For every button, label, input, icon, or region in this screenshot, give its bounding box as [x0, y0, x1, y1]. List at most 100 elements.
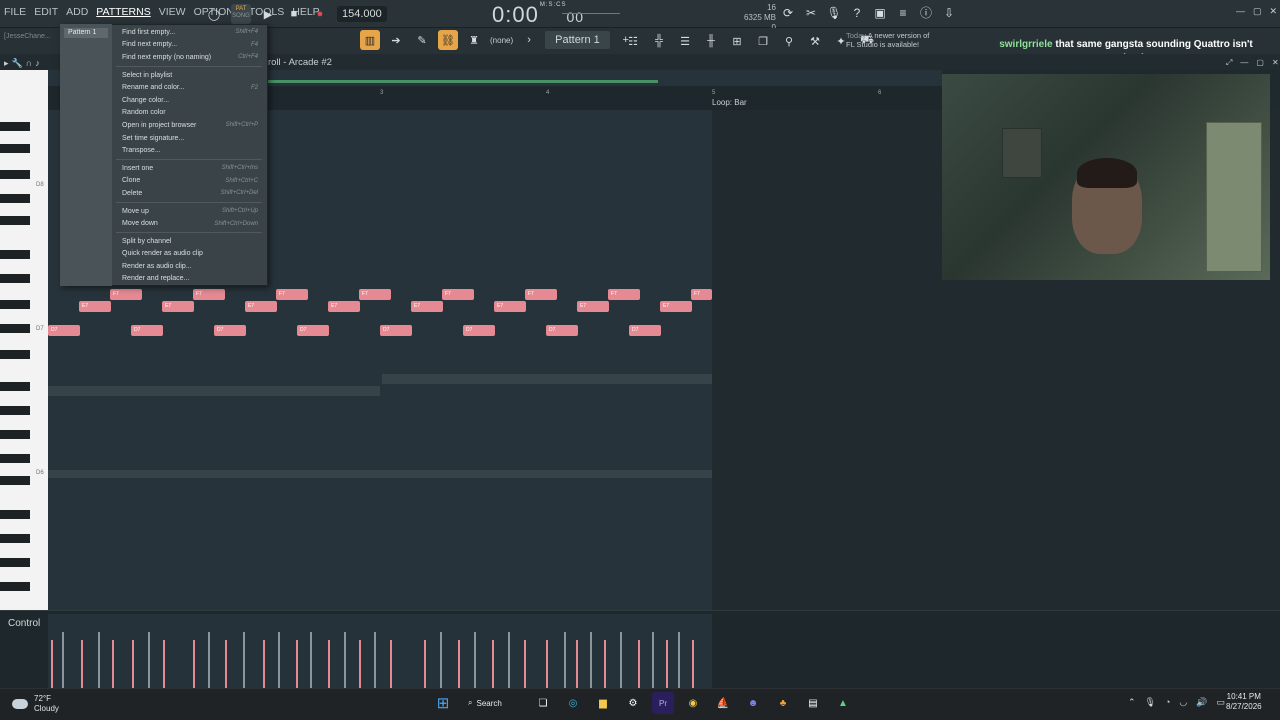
menu-item-find-next-empty-no-naming[interactable]: Find next empty (no naming) Ctrl+F4	[112, 51, 266, 64]
menu-view[interactable]: VIEW	[159, 6, 186, 18]
files-icon[interactable]: ❐	[753, 31, 773, 51]
velocity-bar[interactable]	[81, 640, 83, 688]
menu-item-set-time-signature[interactable]: Set time signature...	[112, 132, 266, 145]
velocity-bar[interactable]	[620, 632, 622, 688]
microphone-icon[interactable]: 🎙	[826, 5, 842, 21]
pr-maximize-icon[interactable]: ▢	[1256, 58, 1264, 68]
metronome-icon[interactable]: ◯	[205, 5, 223, 23]
note[interactable]: E7	[411, 301, 443, 312]
note[interactable]: D7	[214, 325, 246, 336]
velocity-bar[interactable]	[424, 640, 426, 688]
black-key[interactable]	[0, 454, 30, 463]
black-key[interactable]	[0, 122, 30, 131]
velocity-bar[interactable]	[390, 640, 392, 688]
note[interactable]: E7	[577, 301, 609, 312]
menu-item-delete[interactable]: Delete Shift+Ctrl+Del	[112, 187, 266, 200]
note[interactable]: F7	[359, 289, 391, 300]
velocity-bar[interactable]	[666, 640, 668, 688]
menu-item-change-color[interactable]: Change color...	[112, 94, 266, 107]
master-pitch-slider[interactable]	[562, 13, 620, 14]
channel-rack-icon[interactable]: ☰	[675, 31, 695, 51]
step-sequencer-icon[interactable]: ╬	[649, 31, 669, 51]
note[interactable]: D7	[297, 325, 329, 336]
note[interactable]: D7	[546, 325, 578, 336]
velocity-bar[interactable]	[508, 632, 510, 688]
stamp-icon[interactable]: ♜	[464, 30, 484, 50]
velocity-bar[interactable]	[243, 632, 245, 688]
volume-icon[interactable]: 🔊	[1196, 697, 1207, 708]
velocity-bar[interactable]	[564, 632, 566, 688]
mixer-view-icon[interactable]: ╫	[701, 31, 721, 51]
fl-studio-icon[interactable]: ♣	[772, 692, 794, 714]
microphone-tray-icon[interactable]: 🎙	[1145, 697, 1156, 708]
chrome-icon[interactable]: ◉	[682, 692, 704, 714]
note[interactable]: F7	[691, 289, 712, 300]
save-icon[interactable]: ▣	[872, 5, 888, 21]
black-key[interactable]	[0, 324, 30, 333]
menu-item-quick-render-as-audio-clip[interactable]: Quick render as audio clip	[112, 248, 266, 261]
black-key[interactable]	[0, 582, 30, 591]
note[interactable]: D7	[629, 325, 661, 336]
velocity-bar[interactable]	[652, 632, 654, 688]
pattern-selector[interactable]: Pattern 1	[545, 31, 610, 49]
menu-item-find-first-empty[interactable]: Find first empty... Shift+F4	[112, 26, 266, 39]
note[interactable]: F7	[525, 289, 557, 300]
menu-item-select-in-playlist[interactable]: Select in playlist	[112, 69, 266, 82]
cut-icon[interactable]: ✂	[803, 5, 819, 21]
piano-roll-icon[interactable]: ▥	[360, 30, 380, 50]
pencil-icon[interactable]: ✎	[412, 30, 432, 50]
magnet-icon[interactable]: ∩	[26, 58, 32, 69]
menu-item-open-in-project-browser[interactable]: Open in project browser Shift+Ctrl+P	[112, 119, 266, 132]
black-key[interactable]	[0, 216, 30, 225]
velocity-bar[interactable]	[576, 640, 578, 688]
windows-start-icon[interactable]: ⊞	[432, 692, 454, 714]
velocity-bar[interactable]	[51, 640, 53, 688]
note[interactable]: E7	[245, 301, 277, 312]
playlist-icon[interactable]: ☷	[623, 31, 643, 51]
note[interactable]: D7	[48, 325, 80, 336]
detach-icon[interactable]: ⤢	[1226, 58, 1232, 68]
velocity-bar[interactable]	[359, 640, 361, 688]
black-key[interactable]	[0, 144, 30, 153]
discord-icon[interactable]: ☻	[742, 692, 764, 714]
network-icon[interactable]: ◔	[1165, 697, 1170, 708]
note[interactable]: D7	[380, 325, 412, 336]
velocity-bar[interactable]	[98, 632, 100, 688]
browser-icon[interactable]: ⊞	[727, 31, 747, 51]
terminal-icon[interactable]: ▤	[802, 692, 824, 714]
refresh-icon[interactable]: ⟳	[780, 5, 796, 21]
menu-item-rename-and-color[interactable]: Rename and color... F2	[112, 81, 266, 94]
black-key[interactable]	[0, 350, 30, 359]
black-key[interactable]	[0, 406, 30, 415]
mixer-icon[interactable]: ≡	[895, 5, 911, 21]
velocity-bar[interactable]	[492, 640, 494, 688]
note[interactable]: E7	[79, 301, 111, 312]
black-key[interactable]	[0, 510, 30, 519]
velocity-bar[interactable]	[524, 640, 526, 688]
velocity-bar[interactable]	[692, 640, 694, 688]
pat-song-toggle[interactable]: PAT SONG	[231, 4, 251, 24]
menu-item-transpose[interactable]: Transpose...	[112, 144, 266, 157]
loop-marker[interactable]: Loop: Bar	[712, 98, 747, 107]
menu-file[interactable]: FILE	[4, 6, 26, 18]
close-icon[interactable]: ✕	[1270, 6, 1278, 17]
arrow-icon[interactable]: ➔	[386, 30, 406, 50]
battery-icon[interactable]: ▭	[1217, 697, 1226, 708]
control-selector[interactable]: Control	[8, 618, 40, 629]
velocity-bar[interactable]	[208, 632, 210, 688]
velocity-bar[interactable]	[163, 640, 165, 688]
velocity-bar[interactable]	[112, 640, 114, 688]
menu-patterns[interactable]: PATTERNS	[96, 6, 150, 18]
velocity-bar[interactable]	[474, 632, 476, 688]
pr-minimize-icon[interactable]: —	[1240, 58, 1248, 68]
download-icon[interactable]: ⇩	[941, 5, 957, 21]
minimize-icon[interactable]: —	[1236, 6, 1245, 17]
black-key[interactable]	[0, 274, 30, 283]
velocity-bar[interactable]	[148, 632, 150, 688]
app-icon[interactable]: ⛵	[712, 692, 734, 714]
black-key[interactable]	[0, 558, 30, 567]
menu-edit[interactable]: EDIT	[34, 6, 58, 18]
menu-item-insert-one[interactable]: Insert one Shift+Ctrl+Ins	[112, 162, 266, 175]
piano-keyboard[interactable]: D8 D7 D6	[0, 70, 48, 610]
note[interactable]: F7	[110, 289, 142, 300]
